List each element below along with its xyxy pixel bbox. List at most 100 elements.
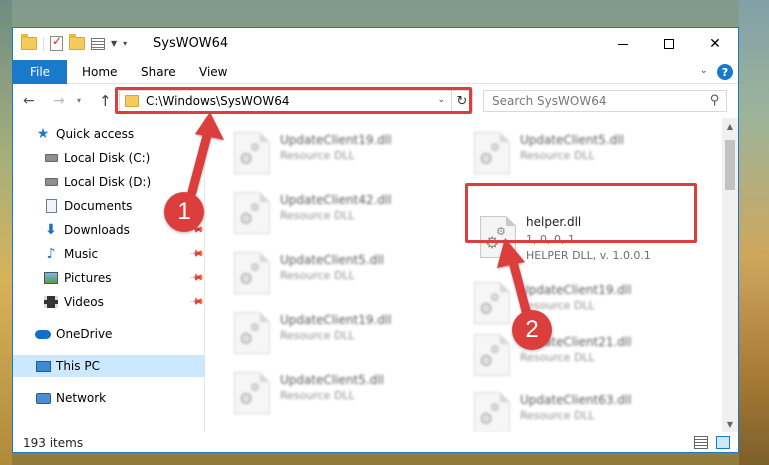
scroll-thumb[interactable] <box>725 140 735 190</box>
file-description: Resource DLL <box>280 329 355 342</box>
sidebar-item-label: Network <box>56 391 107 405</box>
chevron-down-icon[interactable]: ▼ <box>111 39 117 48</box>
sidebar-item-network[interactable]: Network <box>13 387 205 409</box>
file-name: UpdateClient19.dll <box>520 283 632 297</box>
window-controls: ✕ <box>600 28 738 60</box>
videos-icon <box>43 294 59 310</box>
sidebar-item-music[interactable]: ♪ Music 📌 <box>13 243 205 265</box>
sidebar-item-this-pc[interactable]: This PC <box>13 355 205 377</box>
file-tile[interactable]: ⚙ ⚙ UpdateClient5.dll Resource DLL <box>226 366 466 422</box>
file-explorer-window: ▼ ▾ SysWOW64 ✕ File Home Share View ⌄ ? … <box>12 27 739 453</box>
dll-file-icon: ⚙ ⚙ <box>234 252 270 294</box>
search-icon[interactable]: ⚲ <box>710 93 720 108</box>
scroll-up-icon[interactable]: ▲ <box>722 118 738 134</box>
file-tile[interactable]: ⚙ ⚙ UpdateClient5.dll Resource DLL <box>466 126 706 182</box>
large-icons-view-icon[interactable] <box>716 436 730 449</box>
close-icon: ✕ <box>709 36 721 52</box>
back-arrow-icon[interactable]: ← <box>23 93 35 109</box>
step-2-badge: 2 <box>512 310 552 350</box>
file-tile[interactable]: ⚙ ⚙ UpdateClient5.dll Resource DLL <box>226 246 466 302</box>
customize-toolbar-icon[interactable] <box>91 37 105 50</box>
file-tile[interactable]: ⚙ ⚙ UpdateClient63.dll Resource DLL <box>466 386 706 432</box>
network-icon <box>35 390 51 406</box>
forward-arrow-icon[interactable]: → <box>53 93 65 109</box>
file-name: UpdateClient5.dll <box>520 133 624 147</box>
refresh-icon: ↻ <box>456 93 468 109</box>
window-title: SysWOW64 <box>153 36 229 51</box>
file-tile[interactable]: ⚙ ⚙ UpdateClient19.dll Resource DLL <box>466 276 706 332</box>
file-name: UpdateClient19.dll <box>280 133 392 147</box>
minimize-button[interactable] <box>600 28 646 60</box>
search-input[interactable] <box>492 93 692 109</box>
sidebar-item-pictures[interactable]: Pictures 📌 <box>13 267 205 289</box>
sidebar-item-label: Local Disk (C:) <box>64 151 151 165</box>
sidebar-item-label: Local Disk (D:) <box>64 175 152 189</box>
maximize-button[interactable] <box>646 28 692 60</box>
tab-home[interactable]: Home <box>82 60 117 84</box>
vertical-scrollbar[interactable]: ▲ ▼ <box>722 118 738 432</box>
address-bar[interactable]: C:\Windows\SysWOW64 ⌄ ↻ <box>119 90 473 112</box>
file-description: Resource DLL <box>280 209 355 222</box>
file-tile-helper-dll[interactable]: ⚙ ⚙ helper.dll 1, 0, 0, 1 HELPER DLL, v. … <box>476 210 706 266</box>
file-tile[interactable]: ⚙ ⚙ UpdateClient19.dll Resource DLL <box>226 126 466 182</box>
address-path[interactable]: C:\Windows\SysWOW64 <box>146 94 290 108</box>
help-icon[interactable]: ? <box>717 64 733 80</box>
search-box[interactable]: ⚲ <box>483 90 727 112</box>
sidebar-item-local-disk-c[interactable]: Local Disk (C:) <box>13 147 205 169</box>
file-version: 1, 0, 0, 1 <box>526 233 575 246</box>
expand-ribbon-icon[interactable]: ⌄ <box>700 65 708 76</box>
pin-icon[interactable]: 📌 <box>189 246 204 261</box>
tab-share[interactable]: Share <box>141 60 176 84</box>
toolbar-dropdown-icon[interactable]: ▾ <box>123 39 127 48</box>
sidebar-item-quick-access[interactable]: ★ Quick access <box>13 123 205 145</box>
sidebar-item-label: Documents <box>64 199 133 213</box>
tab-view[interactable]: View <box>199 60 227 84</box>
onedrive-icon <box>35 326 51 342</box>
file-tile[interactable]: ⚙ ⚙ UpdateClient42.dll Resource DLL <box>226 186 466 242</box>
navigation-bar: ← → ▾ ↑ C:\Windows\SysWOW64 ⌄ ↻ ⚲ <box>13 84 738 118</box>
dll-file-icon: ⚙ ⚙ <box>234 312 270 354</box>
file-name: helper.dll <box>526 215 582 229</box>
tab-file[interactable]: File <box>13 60 67 84</box>
sidebar-item-label: Quick access <box>56 127 135 141</box>
recent-locations-icon[interactable]: ▾ <box>77 96 81 105</box>
dll-file-icon: ⚙ ⚙ <box>234 132 270 174</box>
file-description: Resource DLL <box>280 149 355 162</box>
file-description: Resource DLL <box>520 351 595 364</box>
star-icon: ★ <box>36 126 50 142</box>
dll-file-icon: ⚙ ⚙ <box>234 372 270 414</box>
file-name: UpdateClient63.dll <box>520 393 632 407</box>
scroll-down-icon[interactable]: ▼ <box>722 416 738 432</box>
item-count: 193 items <box>23 436 84 450</box>
dll-file-icon: ⚙ ⚙ <box>474 132 510 174</box>
maximize-icon <box>664 39 674 49</box>
address-folder-icon <box>125 95 139 107</box>
sidebar-item-local-disk-d[interactable]: Local Disk (D:) <box>13 171 205 193</box>
toolbar-separator <box>43 36 44 51</box>
new-folder-icon[interactable] <box>69 34 85 50</box>
minimize-icon <box>618 43 628 45</box>
sidebar-item-videos[interactable]: Videos 📌 <box>13 291 205 313</box>
refresh-button[interactable]: ↻ <box>451 91 472 111</box>
navigation-pane: ★ Quick access Local Disk (C:) Local Dis… <box>13 118 205 432</box>
sidebar-item-label: Videos <box>64 295 104 309</box>
file-name: UpdateClient19.dll <box>280 313 392 327</box>
dll-file-icon: ⚙ ⚙ <box>480 216 516 258</box>
address-dropdown-icon[interactable]: ⌄ <box>437 95 445 105</box>
close-button[interactable]: ✕ <box>692 28 738 60</box>
step-1-badge: 1 <box>164 192 204 232</box>
file-description: Resource DLL <box>280 269 355 282</box>
dll-file-icon: ⚙ ⚙ <box>474 282 510 324</box>
properties-icon[interactable] <box>50 34 63 51</box>
up-arrow-icon[interactable]: ↑ <box>99 92 112 110</box>
details-view-icon[interactable] <box>694 436 708 449</box>
file-tile[interactable]: ⚙ ⚙ UpdateClient19.dll Resource DLL <box>226 306 466 362</box>
pictures-icon <box>43 270 59 286</box>
pin-icon[interactable]: 📌 <box>189 270 204 285</box>
sidebar-item-label: OneDrive <box>56 327 113 341</box>
file-list: ⚙ ⚙ UpdateClient19.dll Resource DLL ⚙ ⚙ Up… <box>206 118 724 432</box>
sidebar-item-label: Music <box>64 247 99 261</box>
file-tile[interactable]: ⚙ ⚙ UpdateClient21.dll Resource DLL <box>466 328 706 384</box>
sidebar-item-onedrive[interactable]: OneDrive <box>13 323 205 345</box>
pin-icon[interactable]: 📌 <box>189 294 204 309</box>
